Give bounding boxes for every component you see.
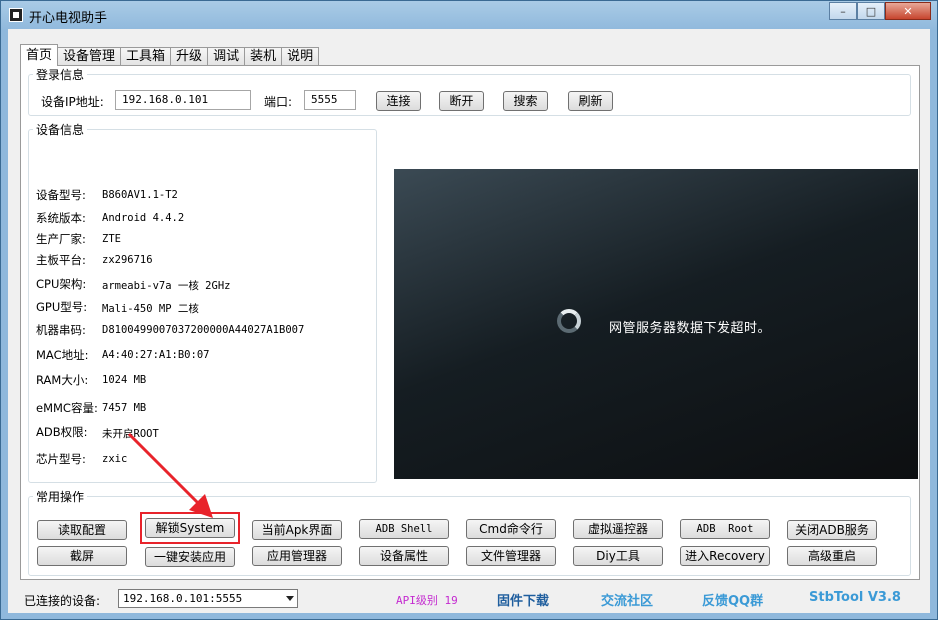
info-label-cpu: CPU架构: xyxy=(36,277,87,291)
info-value-emmc: 7457 MB xyxy=(102,402,147,414)
info-label-ram: RAM大小: xyxy=(36,373,89,387)
info-label-model: 设备型号: xyxy=(36,188,86,202)
status-bar: 已连接的设备: 192.168.0.101:5555 API级别 19 固件下载… xyxy=(8,580,930,613)
screenshot-button[interactable]: 截屏 xyxy=(37,546,127,566)
adb-shell-button[interactable]: ADB Shell xyxy=(359,519,449,539)
search-button[interactable]: 搜索 xyxy=(503,91,548,111)
login-legend: 登录信息 xyxy=(36,68,85,82)
virtual-remote-button[interactable]: 虚拟遥控器 xyxy=(573,519,663,539)
close-button[interactable]: ✕ xyxy=(885,2,931,20)
tab-upgrade[interactable]: 升级 xyxy=(170,47,209,66)
community-link[interactable]: 交流社区 xyxy=(601,590,653,609)
info-value-mac: A4:40:27:A1:B0:07 xyxy=(102,349,210,361)
info-value-cpu: armeabi-v7a 一核 2GHz xyxy=(102,280,231,292)
version-link[interactable]: StbTool V3.8 xyxy=(809,590,901,605)
info-label-os: 系统版本: xyxy=(36,211,86,225)
tv-screen-preview: 网管服务器数据下发超时。 xyxy=(394,169,918,479)
minimize-button[interactable]: – xyxy=(829,2,857,20)
preview-message: 网管服务器数据下发超时。 xyxy=(609,321,772,336)
app-manager-button[interactable]: 应用管理器 xyxy=(252,546,342,566)
info-label-serial: 机器串码: xyxy=(36,323,86,337)
tab-install[interactable]: 装机 xyxy=(244,47,283,66)
tab-debug[interactable]: 调试 xyxy=(207,47,246,66)
connected-device-label: 已连接的设备: xyxy=(24,594,101,608)
app-window: 开心电视助手 – □ ✕ 首页 设备管理 工具箱 升级 调试 装机 说明 登录信… xyxy=(0,0,938,620)
tab-toolbox[interactable]: 工具箱 xyxy=(120,47,172,66)
info-value-ram: 1024 MB xyxy=(102,374,147,386)
dropdown-arrow-icon xyxy=(286,596,294,601)
info-value-os: Android 4.4.2 xyxy=(102,212,185,224)
diy-tools-button[interactable]: Diy工具 xyxy=(573,546,663,566)
info-value-gpu: Mali-450 MP 二核 xyxy=(102,303,199,315)
connected-device-value: 192.168.0.101:5555 xyxy=(123,592,243,605)
connect-button[interactable]: 连接 xyxy=(376,91,421,111)
info-value-vendor: ZTE xyxy=(102,233,121,245)
refresh-button[interactable]: 刷新 xyxy=(568,91,613,111)
info-label-chip: 芯片型号: xyxy=(36,452,86,466)
annotation-arrow-icon xyxy=(127,432,213,518)
info-label-board: 主板平台: xyxy=(36,253,86,267)
common-ops-legend: 常用操作 xyxy=(36,490,85,504)
info-value-serial: D8100499007037200000A44027A1B007 xyxy=(102,324,305,336)
cmd-button[interactable]: Cmd命令行 xyxy=(466,519,556,539)
one-click-install-button[interactable]: 一键安装应用 xyxy=(145,547,235,567)
tab-strip: 首页 设备管理 工具箱 升级 调试 装机 说明 xyxy=(20,44,320,66)
home-panel: 登录信息 设备IP地址: 192.168.0.101 端口: 5555 连接 断… xyxy=(20,65,920,580)
window-title: 开心电视助手 xyxy=(29,11,108,26)
ip-label: 设备IP地址: xyxy=(41,95,104,109)
device-properties-button[interactable]: 设备属性 xyxy=(359,546,449,566)
advanced-reboot-button[interactable]: 高级重启 xyxy=(787,546,877,566)
info-value-model: B860AV1.1-T2 xyxy=(102,189,178,201)
info-label-adb: ADB权限: xyxy=(36,425,88,439)
tab-device-management[interactable]: 设备管理 xyxy=(57,47,122,66)
loading-spinner-icon xyxy=(557,309,581,333)
close-adb-service-button[interactable]: 关闭ADB服务 xyxy=(787,520,877,540)
disconnect-button[interactable]: 断开 xyxy=(439,91,484,111)
read-config-button[interactable]: 读取配置 xyxy=(37,520,127,540)
tab-help[interactable]: 说明 xyxy=(281,47,320,66)
port-input[interactable]: 5555 xyxy=(304,90,356,110)
info-label-vendor: 生产厂家: xyxy=(36,232,86,246)
port-label: 端口: xyxy=(264,95,293,109)
info-label-mac: MAC地址: xyxy=(36,348,89,362)
client-area: 首页 设备管理 工具箱 升级 调试 装机 说明 登录信息 设备IP地址: 192… xyxy=(8,29,930,613)
enter-recovery-button[interactable]: 进入Recovery xyxy=(680,546,770,566)
feedback-qq-group-link[interactable]: 反馈QQ群 xyxy=(702,590,763,609)
info-label-gpu: GPU型号: xyxy=(36,300,88,314)
info-label-emmc: eMMC容量: xyxy=(36,401,98,415)
firmware-download-link[interactable]: 固件下载 xyxy=(497,590,549,609)
current-apk-screen-button[interactable]: 当前Apk界面 xyxy=(252,520,342,540)
info-value-board: zx296716 xyxy=(102,254,153,266)
connected-device-select[interactable]: 192.168.0.101:5555 xyxy=(118,589,298,608)
api-level-text: API级别 19 xyxy=(396,594,458,607)
app-icon xyxy=(9,8,23,22)
file-manager-button[interactable]: 文件管理器 xyxy=(466,546,556,566)
adb-root-button[interactable]: ADB Root xyxy=(680,519,770,539)
ip-input[interactable]: 192.168.0.101 xyxy=(115,90,251,110)
tab-home[interactable]: 首页 xyxy=(20,44,59,66)
title-bar[interactable]: 开心电视助手 – □ ✕ xyxy=(1,1,937,29)
maximize-button[interactable]: □ xyxy=(857,2,885,20)
